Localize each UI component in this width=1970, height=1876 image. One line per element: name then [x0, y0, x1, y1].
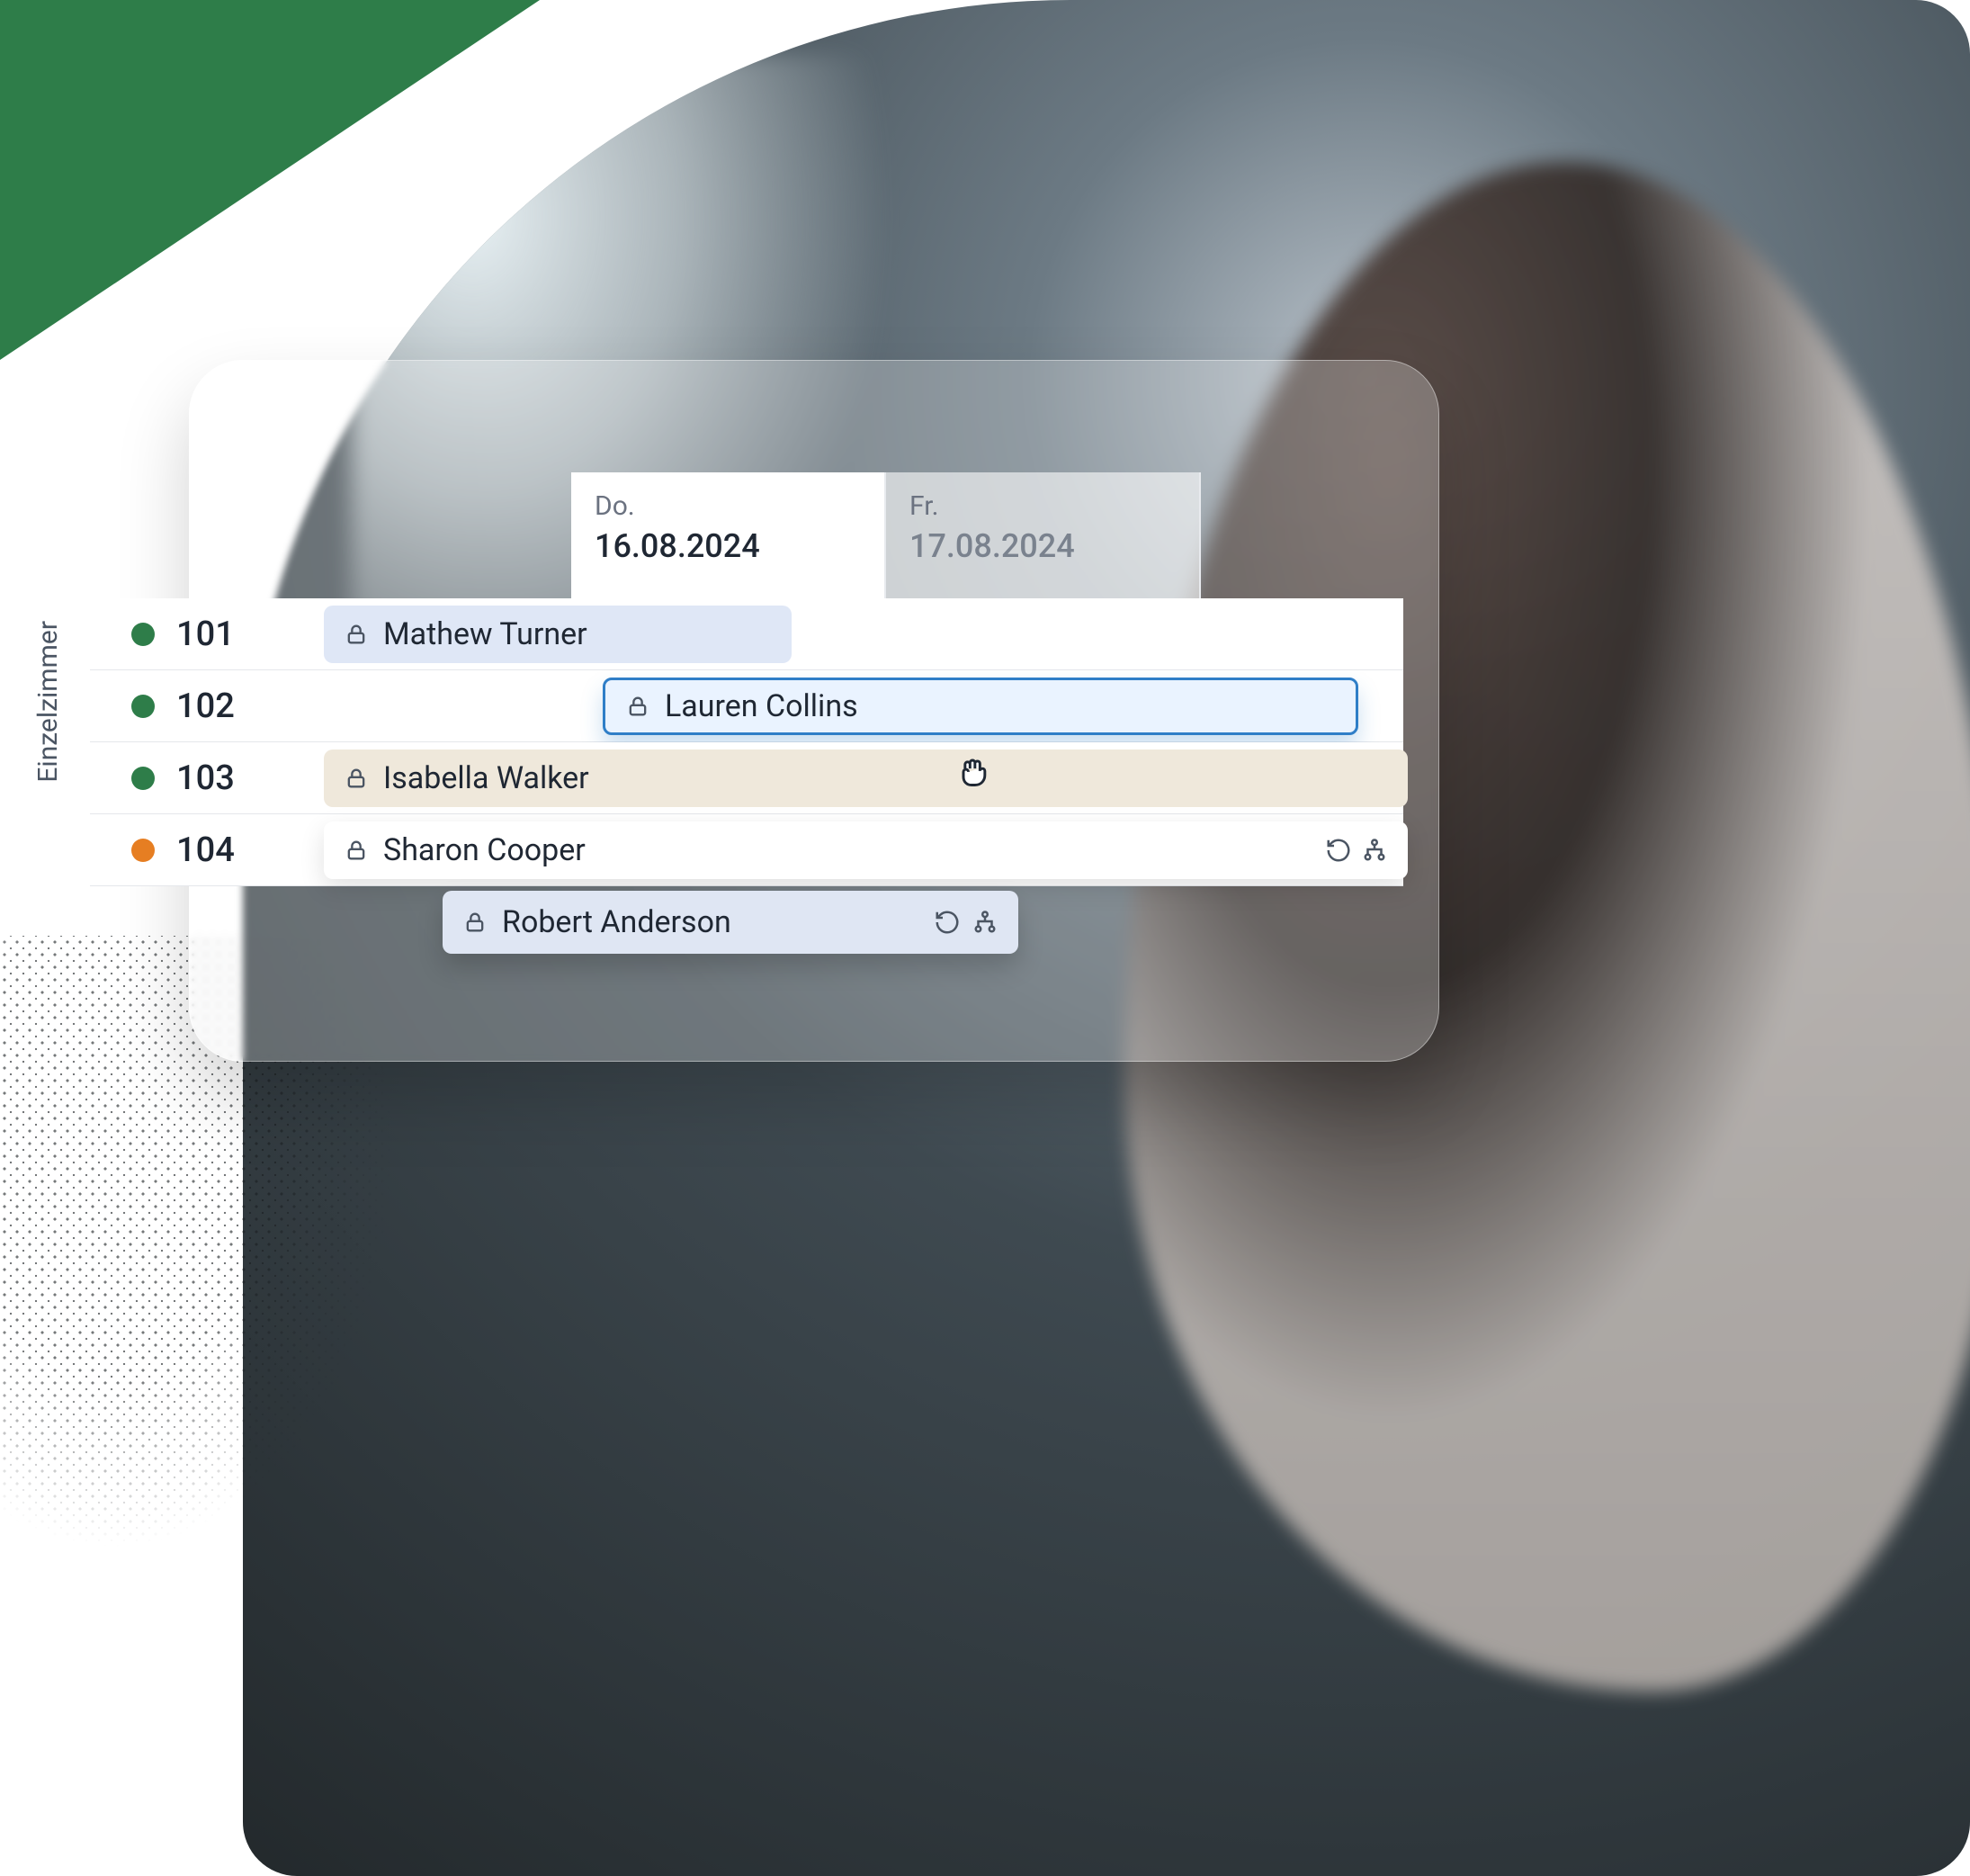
date-cell-fri[interactable]: Fr. 17.08.2024	[886, 472, 1201, 598]
booking-robert-anderson[interactable]: Robert Anderson	[443, 891, 1018, 954]
status-dot-orange	[131, 839, 155, 862]
date-header: Do. 16.08.2024 Fr. 17.08.2024	[571, 472, 1201, 598]
room-cell: 104	[90, 830, 324, 870]
refresh-icon[interactable]	[934, 909, 961, 936]
status-dot-green	[131, 767, 155, 790]
lock-icon	[625, 694, 650, 719]
room-cell: 101	[90, 615, 324, 654]
rooms-grid: 101 Mathew Turner 102 Lauren Collins 103	[90, 598, 1403, 886]
status-dot-green	[131, 623, 155, 646]
room-number: 104	[176, 830, 235, 870]
hierarchy-icon[interactable]	[972, 909, 998, 936]
room-row-101[interactable]: 101 Mathew Turner	[90, 598, 1403, 670]
room-number: 101	[176, 615, 235, 654]
lock-icon	[344, 766, 369, 791]
room-category-label: Einzelzimmer	[32, 621, 64, 783]
booking-guest-name: Sharon Cooper	[383, 832, 586, 868]
lock-icon	[344, 622, 369, 647]
room-row-104[interactable]: 104 Sharon Cooper	[90, 814, 1403, 886]
day-label: Fr.	[909, 490, 1176, 522]
booking-guest-name: Mathew Turner	[383, 616, 587, 652]
room-cell: 102	[90, 687, 324, 726]
status-dot-green	[131, 695, 155, 718]
room-cell: 103	[90, 758, 324, 798]
booking-sharon-cooper[interactable]: Sharon Cooper	[324, 821, 1408, 879]
lock-icon	[462, 910, 488, 935]
date-value: 16.08.2024	[595, 527, 861, 565]
booking-mathew-turner[interactable]: Mathew Turner	[324, 606, 792, 663]
booking-isabella-walker[interactable]: Isabella Walker	[324, 750, 1408, 807]
room-row-102[interactable]: 102 Lauren Collins	[90, 670, 1403, 742]
room-row-103[interactable]: 103 Isabella Walker	[90, 742, 1403, 814]
room-number: 103	[176, 758, 235, 798]
hierarchy-icon[interactable]	[1361, 837, 1388, 864]
room-number: 102	[176, 687, 235, 726]
date-value: 17.08.2024	[909, 527, 1176, 565]
refresh-icon[interactable]	[1325, 837, 1352, 864]
booking-guest-name: Isabella Walker	[383, 760, 589, 796]
stage: { "category_label": "Einzelzimmer", "dat…	[0, 0, 1970, 1876]
lock-icon	[344, 838, 369, 863]
date-cell-thu[interactable]: Do. 16.08.2024	[571, 472, 886, 598]
booking-lauren-collins[interactable]: Lauren Collins	[603, 678, 1358, 735]
booking-guest-name: Robert Anderson	[502, 904, 731, 940]
day-label: Do.	[595, 490, 861, 522]
booking-guest-name: Lauren Collins	[665, 688, 858, 724]
